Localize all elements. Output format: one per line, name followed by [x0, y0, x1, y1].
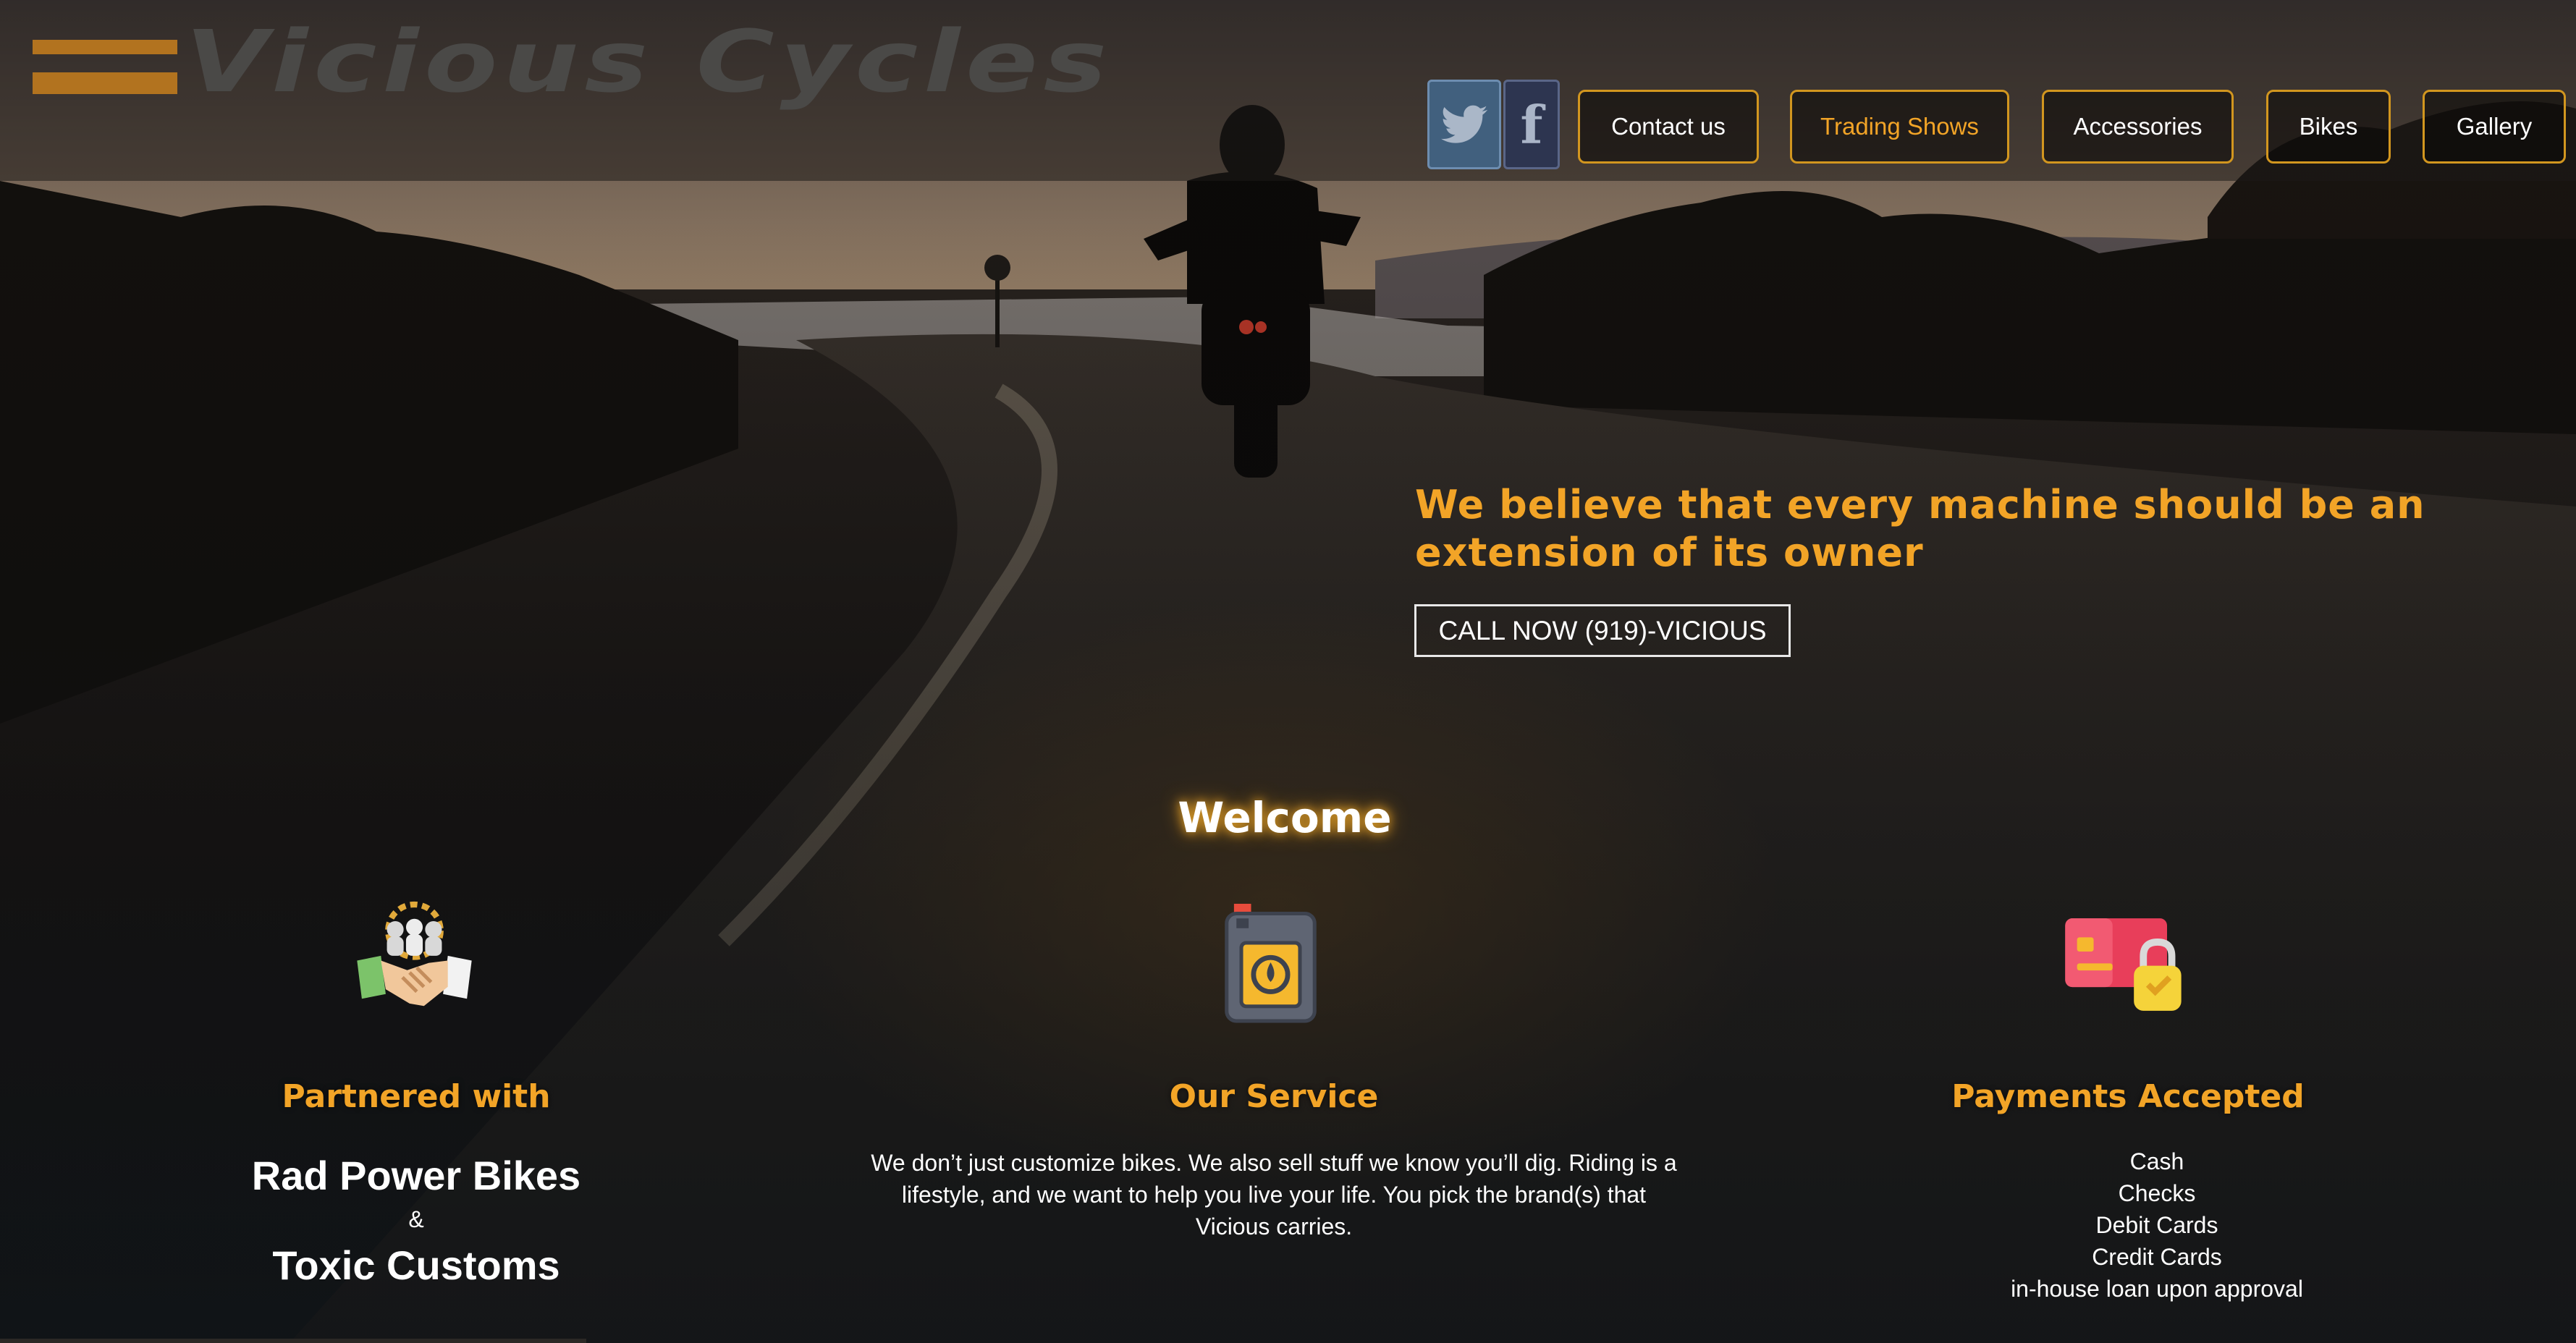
- hero-background: [0, 0, 2576, 1343]
- payment-in-house-loan: in-house loan upon approval: [2011, 1276, 2303, 1302]
- page-divider: [0, 1339, 586, 1343]
- twitter-icon: [1441, 105, 1487, 143]
- payment-cash: Cash: [2129, 1148, 2184, 1174]
- partner-ampersand: &: [408, 1206, 424, 1232]
- welcome-heading: Welcome: [1178, 793, 1392, 842]
- logo-mark: [29, 29, 181, 94]
- facebook-button[interactable]: f: [1503, 80, 1560, 169]
- hero-tagline: We believe that every machine should be …: [1415, 482, 2425, 575]
- secure-card-icon: [2063, 910, 2193, 1022]
- call-now-button[interactable]: CALL NOW (919)-VICIOUS: [1414, 604, 1791, 657]
- facebook-icon: f: [1520, 93, 1543, 156]
- twitter-button[interactable]: [1427, 80, 1501, 169]
- partners-title: Partnered with: [282, 1078, 551, 1115]
- partner-rad-power-bikes: Rad Power Bikes: [251, 1153, 581, 1198]
- site-logo[interactable]: Vicious Cycles: [29, 14, 1107, 109]
- nav-gallery[interactable]: Gallery: [2423, 90, 2566, 164]
- partner-toxic-customs: Toxic Customs: [272, 1242, 560, 1288]
- nav-trading-shows[interactable]: Trading Shows: [1790, 90, 2009, 164]
- payments-title: Payments Accepted: [1951, 1078, 2305, 1115]
- service-title: Our Service: [1169, 1078, 1379, 1115]
- nav-contact-us[interactable]: Contact us: [1578, 90, 1759, 164]
- logo-text: Vicious Cycles: [185, 12, 1112, 111]
- handshake-icon: [355, 901, 474, 1024]
- oil-can-icon: [1222, 901, 1319, 1028]
- nav-bikes[interactable]: Bikes: [2266, 90, 2391, 164]
- payment-checks: Checks: [2118, 1180, 2196, 1206]
- service-description: We don’t just customize bikes. We also s…: [871, 1150, 1677, 1240]
- payment-credit-cards: Credit Cards: [2092, 1244, 2222, 1270]
- nav-accessories[interactable]: Accessories: [2042, 90, 2234, 164]
- payment-debit-cards: Debit Cards: [2095, 1212, 2218, 1238]
- payments-list: Cash Checks Debit Cards Credit Cards in-…: [1925, 1145, 2389, 1305]
